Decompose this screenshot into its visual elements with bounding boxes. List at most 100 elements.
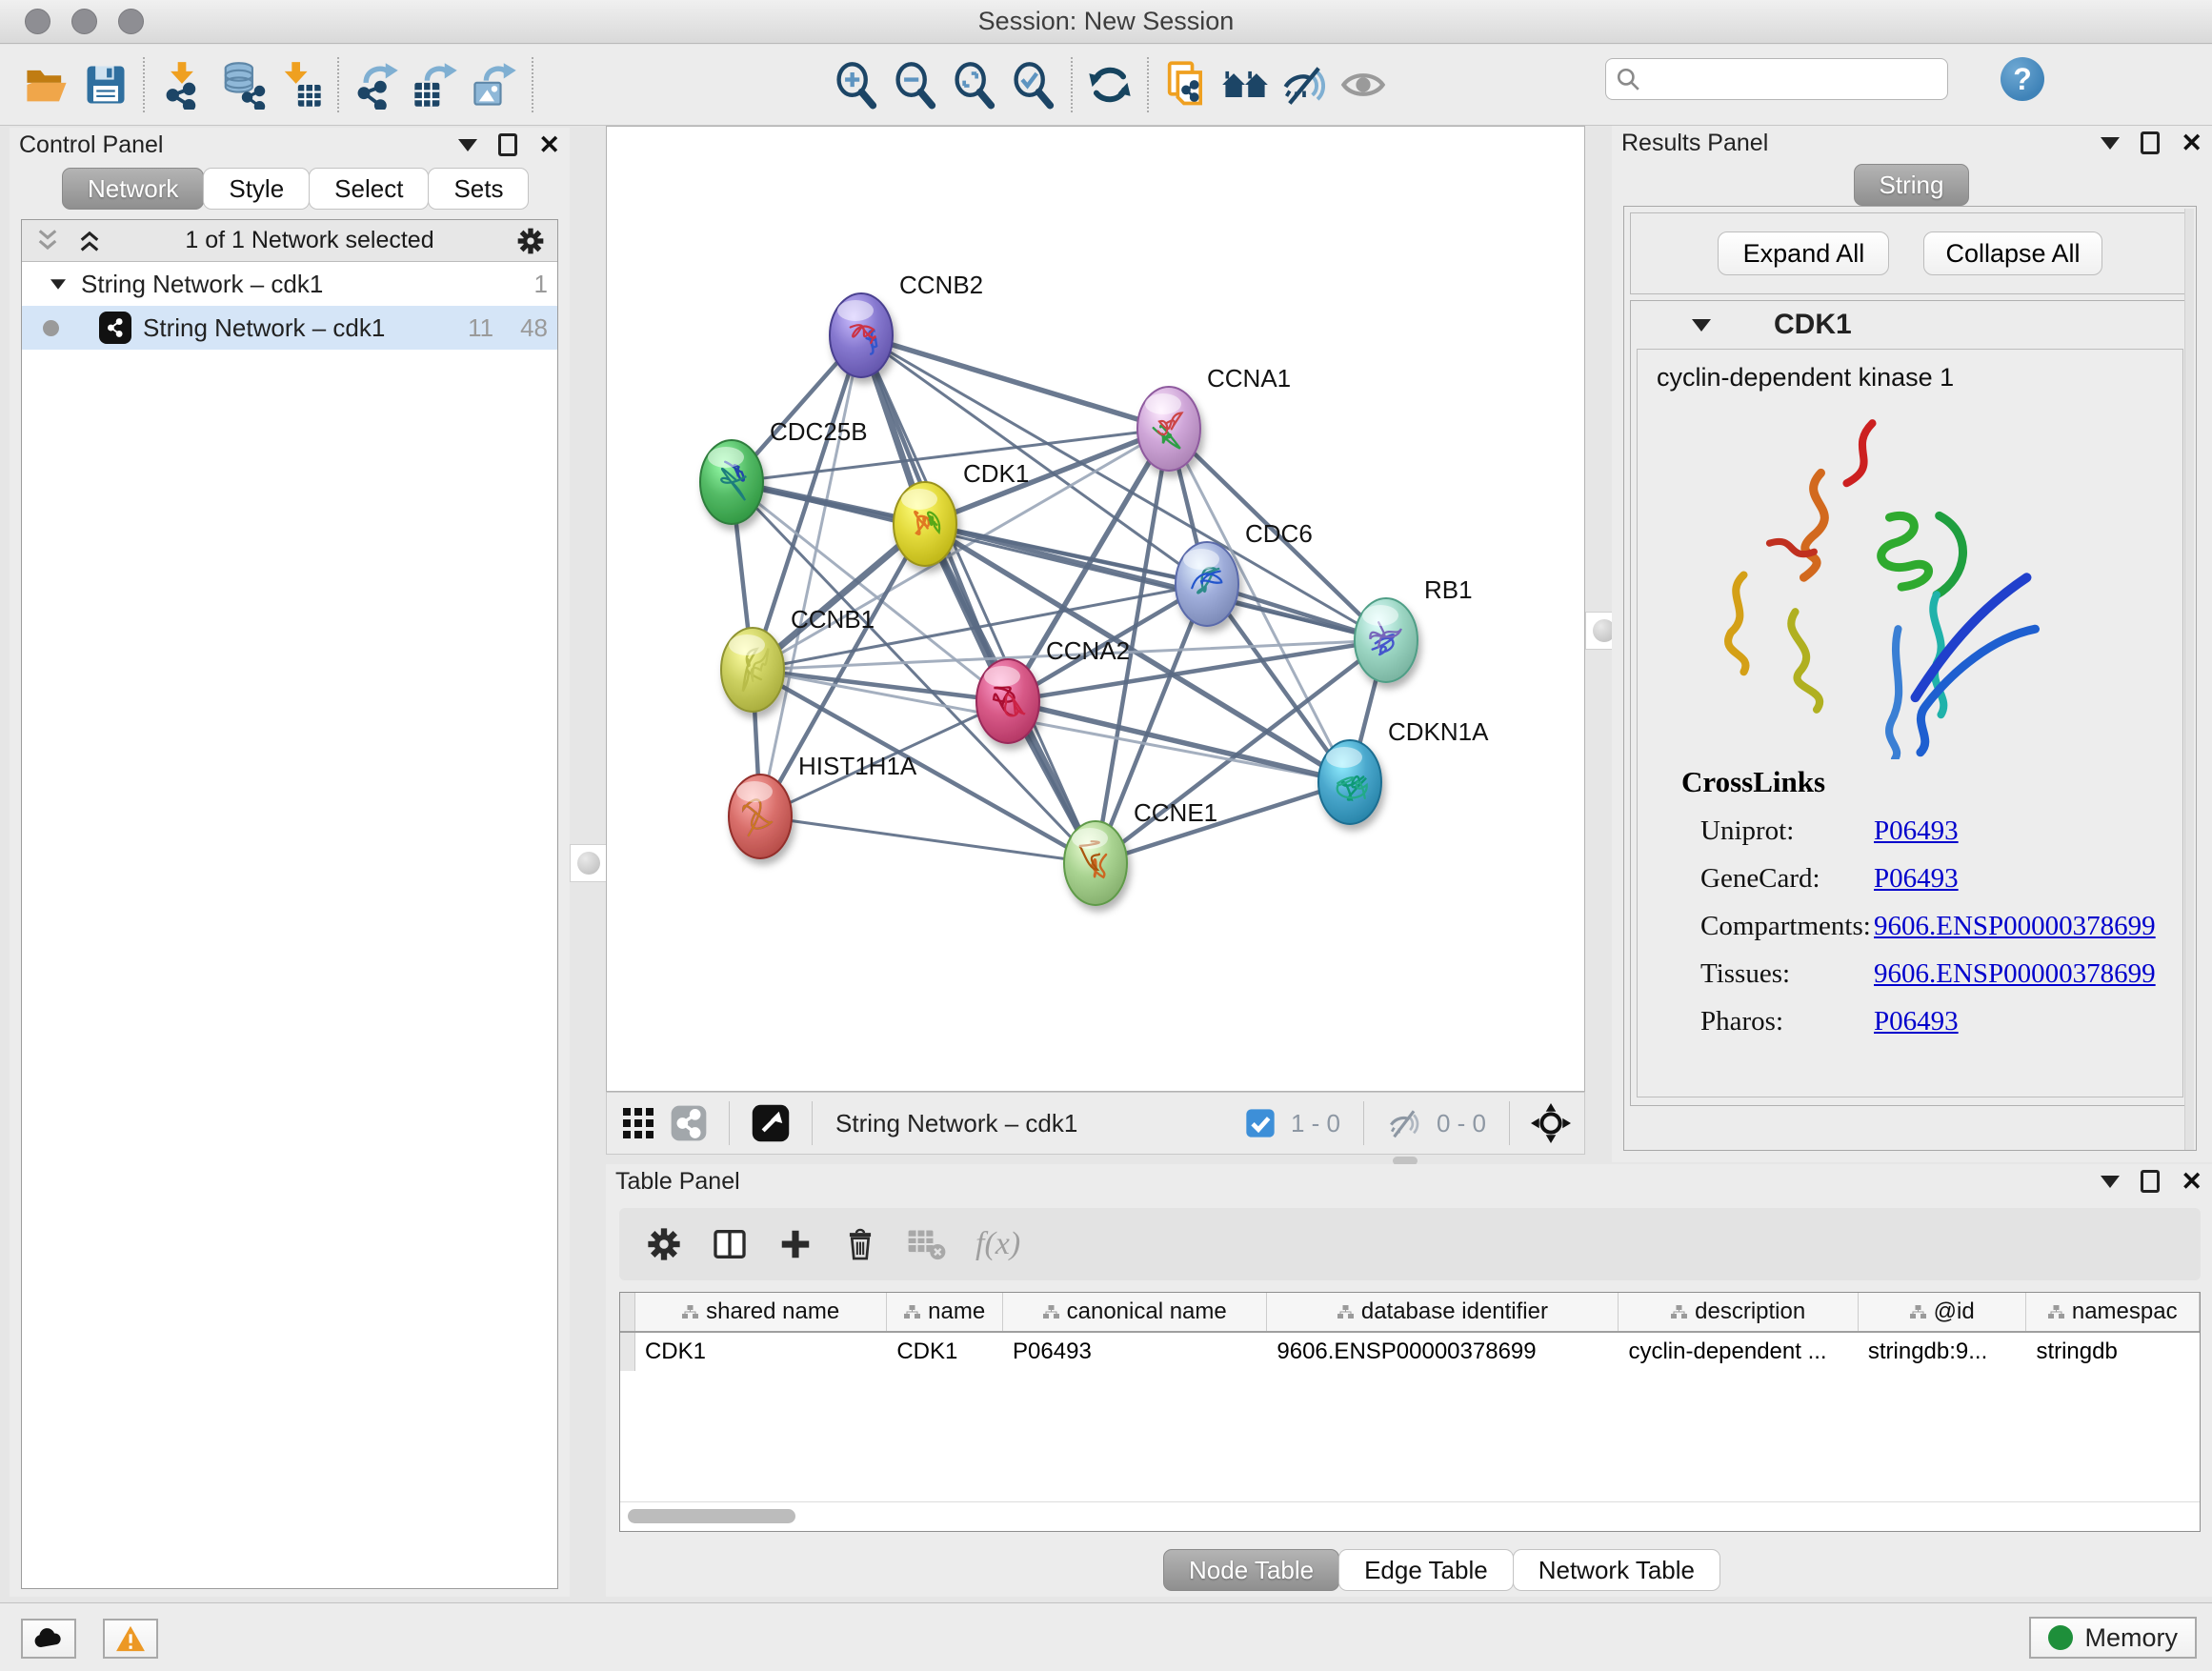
cell[interactable]: CDK1 (887, 1333, 1003, 1371)
network-node-HIST1H1A[interactable] (729, 775, 792, 858)
expand-all-icon[interactable] (75, 229, 104, 253)
tab-string[interactable]: String (1854, 164, 1970, 206)
column-header-description[interactable]: description (1619, 1293, 1858, 1331)
panel-close-icon[interactable]: ✕ (538, 132, 560, 158)
results-float-icon[interactable] (2141, 131, 2160, 154)
cdk1-entry-header[interactable]: CDK1 (1631, 301, 2189, 349)
network-node-CCNA1[interactable] (1137, 387, 1200, 471)
crosslink-link[interactable]: P06493 (1874, 863, 1959, 895)
column-header-name[interactable]: name (887, 1293, 1003, 1331)
collapse-all-icon[interactable] (33, 229, 62, 253)
open-session-button[interactable] (17, 55, 76, 114)
column-header-@id[interactable]: @id (1859, 1293, 2027, 1331)
network-node-CCNB1[interactable] (721, 628, 784, 712)
copy-documents-button[interactable] (1156, 55, 1216, 114)
network-node-CCNE1[interactable] (1064, 821, 1127, 905)
network-node-CCNA2[interactable] (976, 659, 1039, 743)
zoom-fit-button[interactable] (945, 55, 1004, 114)
table-row[interactable]: CDK1CDK1P064939606.ENSP00000378699cyclin… (620, 1333, 2200, 1371)
export-table-button[interactable] (406, 55, 465, 114)
table-hscroll-track[interactable] (620, 1501, 2200, 1531)
table-settings-gear-icon[interactable] (646, 1226, 682, 1262)
tab-network-table[interactable]: Network Table (1513, 1549, 1720, 1591)
panel-float-icon[interactable] (498, 133, 517, 156)
crosslink-link[interactable]: P06493 (1874, 1006, 1959, 1037)
cell[interactable]: cyclin-dependent ... (1619, 1333, 1858, 1371)
window-close-button[interactable] (25, 9, 50, 34)
delete-column-trash-icon[interactable] (842, 1226, 878, 1262)
network-edge-CCNB2-CCNE1[interactable] (861, 335, 1096, 863)
tab-select[interactable]: Select (309, 168, 429, 210)
network-edge-HIST1H1A-CCNE1[interactable] (760, 816, 1096, 863)
search-field[interactable] (1605, 58, 1948, 100)
hidden-eye-slash-icon[interactable] (1385, 1105, 1421, 1141)
search-input[interactable] (1640, 66, 1938, 92)
window-zoom-button[interactable] (118, 9, 144, 34)
selected-checkbox[interactable] (1245, 1108, 1276, 1138)
birdseye-houses-button[interactable] (1216, 55, 1275, 114)
cell[interactable]: 9606.ENSP00000378699 (1267, 1333, 1619, 1371)
table-float-icon[interactable] (2141, 1170, 2160, 1193)
left-splitter-handle[interactable] (570, 844, 608, 882)
hide-selected-button[interactable] (1275, 55, 1334, 114)
collection-expand-icon[interactable] (50, 279, 66, 289)
delete-table-icon[interactable] (907, 1227, 947, 1261)
column-header-canonical-name[interactable]: canonical name (1003, 1293, 1267, 1331)
column-header-database-identifier[interactable]: database identifier (1267, 1293, 1619, 1331)
column-header-namespac[interactable]: namespac (2026, 1293, 2200, 1331)
refresh-button[interactable] (1080, 55, 1139, 114)
zoom-out-button[interactable] (886, 55, 945, 114)
zoom-selected-button[interactable] (1004, 55, 1063, 114)
window-minimize-button[interactable] (71, 9, 97, 34)
crosslink-link[interactable]: 9606.ENSP00000378699 (1874, 911, 2156, 942)
show-all-button[interactable] (1334, 55, 1393, 114)
cell[interactable]: P06493 (1003, 1333, 1267, 1371)
column-header-shared-name[interactable]: shared name (635, 1293, 887, 1331)
tab-node-table[interactable]: Node Table (1163, 1549, 1339, 1591)
expand-all-button[interactable]: Expand All (1718, 232, 1889, 275)
results-scrollbar[interactable] (2184, 209, 2194, 1150)
cell[interactable]: stringdb (2026, 1333, 2200, 1371)
network-canvas[interactable]: CCNB2CCNA1CDC25BCDK1CDC6RB1CCNB1CCNA2CDK… (606, 126, 1585, 1092)
table-menu-icon[interactable] (2101, 1176, 2120, 1188)
export-image-button[interactable] (465, 55, 524, 114)
table-hscroll-thumb[interactable] (628, 1509, 795, 1523)
gear-icon[interactable] (515, 226, 546, 256)
network-node-RB1[interactable] (1355, 598, 1418, 682)
save-session-button[interactable] (76, 55, 135, 114)
function-builder-icon[interactable]: f(x) (975, 1226, 1020, 1262)
grid-view-icon[interactable] (622, 1107, 654, 1139)
network-type-icon[interactable] (670, 1104, 708, 1142)
network-edge-CCNB2-CCNA1[interactable] (861, 335, 1169, 429)
table-close-icon[interactable]: ✕ (2181, 1169, 2202, 1195)
network-graph[interactable]: CCNB2CCNA1CDC25BCDK1CDC6RB1CCNB1CCNA2CDK… (607, 127, 1584, 1091)
network-node-CDC25B[interactable] (700, 440, 763, 524)
results-menu-icon[interactable] (2101, 137, 2120, 150)
network-row[interactable]: String Network – cdk1 11 48 (22, 306, 557, 350)
network-edge-CCNB2-HIST1H1A[interactable] (760, 335, 861, 816)
results-close-icon[interactable]: ✕ (2181, 131, 2202, 156)
network-collection-row[interactable]: String Network – cdk1 1 (22, 262, 557, 306)
network-node-CDKN1A[interactable] (1318, 740, 1381, 824)
panel-menu-icon[interactable] (458, 139, 477, 151)
cell[interactable]: stringdb:9... (1859, 1333, 2027, 1371)
crosslink-link[interactable]: P06493 (1874, 815, 1959, 847)
import-table-file-button[interactable] (271, 55, 330, 114)
birdseye-toggle-icon[interactable] (751, 1103, 791, 1143)
cell[interactable]: CDK1 (635, 1333, 887, 1371)
show-columns-icon[interactable] (711, 1225, 749, 1263)
network-edge-CCNB1-CCNA2[interactable] (753, 670, 1008, 701)
warnings-button[interactable] (103, 1619, 158, 1659)
memory-button[interactable]: Memory (2029, 1617, 2197, 1659)
import-network-file-button[interactable] (152, 55, 211, 114)
import-network-database-button[interactable] (211, 55, 271, 114)
add-column-plus-icon[interactable] (777, 1226, 814, 1262)
help-button[interactable]: ? (2001, 57, 2044, 101)
export-network-button[interactable] (347, 55, 406, 114)
tab-sets[interactable]: Sets (428, 168, 529, 210)
network-node-CDC6[interactable] (1176, 542, 1238, 626)
entry-collapse-icon[interactable] (1692, 319, 1711, 332)
crosslink-link[interactable]: 9606.ENSP00000378699 (1874, 958, 2156, 990)
tab-style[interactable]: Style (203, 168, 310, 210)
zoom-in-button[interactable] (827, 55, 886, 114)
